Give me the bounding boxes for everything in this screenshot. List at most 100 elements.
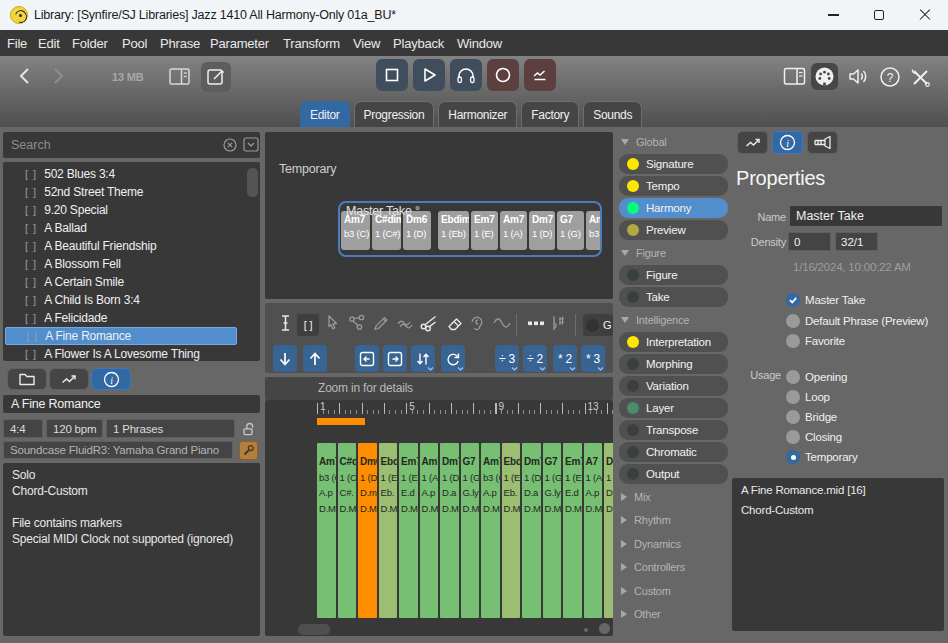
checkbox-favorite[interactable]: Favorite bbox=[786, 334, 845, 348]
param-layer[interactable]: Layer bbox=[619, 398, 728, 418]
chord-column[interactable]: Dm71 (D)D.aD.M bbox=[440, 443, 459, 618]
radio-temporary[interactable]: Temporary bbox=[786, 450, 858, 464]
param-section-figure[interactable]: Figure bbox=[621, 246, 731, 259]
playback-range-bar[interactable] bbox=[317, 418, 365, 425]
checkbox-master-take[interactable]: Master Take bbox=[786, 293, 865, 307]
multiply-3-button[interactable]: * 3 bbox=[581, 345, 605, 372]
chord-pill[interactable]: Am7b3 (C) bbox=[586, 211, 602, 250]
nav-back-button[interactable] bbox=[14, 65, 36, 87]
chord-column[interactable]: Em71 (E)E.dD.M bbox=[399, 443, 418, 618]
chord-column-current[interactable]: Dm61 (D)D.mD.M bbox=[358, 443, 377, 618]
zoom-dot-small[interactable] bbox=[584, 628, 588, 632]
multiply-2-button[interactable]: * 2 bbox=[553, 345, 577, 372]
tools-icon[interactable] bbox=[908, 65, 933, 90]
search-filter-dropdown[interactable] bbox=[243, 137, 259, 152]
list-item[interactable]: [ ]A Felicidade bbox=[5, 309, 237, 327]
param-section-mix[interactable]: Mix bbox=[621, 490, 731, 503]
param-tempo[interactable]: Tempo bbox=[619, 176, 728, 196]
divide-3-button[interactable]: ÷ 3 bbox=[495, 345, 519, 372]
audition-button[interactable] bbox=[450, 59, 482, 91]
chord-column[interactable]: Am7b3 (C)A.pD.M bbox=[317, 443, 336, 618]
param-morphing[interactable]: Morphing bbox=[619, 354, 728, 374]
list-item[interactable]: [ ]9.20 Special bbox=[5, 201, 237, 219]
radio-bridge[interactable]: Bridge bbox=[786, 410, 837, 424]
param-harmony[interactable]: Harmony bbox=[619, 198, 728, 218]
shift-right-button[interactable] bbox=[383, 345, 407, 372]
edit-mode-button[interactable] bbox=[201, 62, 231, 92]
param-section-rhythm[interactable]: Rhythm bbox=[621, 514, 731, 527]
play-button[interactable] bbox=[413, 59, 445, 91]
sound-field[interactable]: Soundcase FluidR3: Yamaha Grand Piano bbox=[3, 441, 233, 459]
stop-button[interactable] bbox=[376, 59, 408, 91]
search-input[interactable] bbox=[11, 136, 211, 154]
checkbox-default-phrase-preview-[interactable]: Default Phrase (Preview) bbox=[786, 314, 928, 328]
rotate-button[interactable] bbox=[441, 345, 465, 372]
radio-opening[interactable]: Opening bbox=[786, 370, 847, 384]
maximize-button[interactable] bbox=[856, 0, 902, 30]
panel-layout-icon[interactable] bbox=[783, 66, 807, 87]
pencil-tool-icon[interactable] bbox=[371, 312, 391, 334]
master-take-block[interactable]: Master Take ° Am7b3 (C)C#dim1 (C#)Dm61 (… bbox=[338, 201, 602, 257]
grid-toggle-button[interactable]: G bbox=[583, 314, 613, 336]
list-item[interactable]: [ ]A Blossom Fell bbox=[5, 255, 237, 273]
chord-column[interactable]: Ebdim1 (Eb)Eb.D.M bbox=[379, 443, 398, 618]
list-item[interactable]: [ ]A Ballad bbox=[5, 219, 237, 237]
param-section-dynamics[interactable]: Dynamics bbox=[621, 537, 731, 550]
param-signature[interactable]: Signature bbox=[619, 154, 728, 174]
param-section-global[interactable]: Global bbox=[621, 135, 731, 148]
nav-forward-button[interactable] bbox=[47, 65, 69, 87]
more-options-icon[interactable] bbox=[525, 312, 547, 334]
tab-progression[interactable]: Progression bbox=[354, 101, 435, 127]
midi-settings-button[interactable] bbox=[811, 63, 838, 90]
minimize-button[interactable] bbox=[810, 0, 856, 30]
param-chromatic[interactable]: Chromatic bbox=[619, 442, 728, 462]
audio-output-icon[interactable] bbox=[846, 64, 871, 89]
tab-prop-info[interactable]: i bbox=[772, 131, 803, 154]
radio-loop[interactable]: Loop bbox=[786, 390, 830, 404]
record-button[interactable] bbox=[487, 59, 519, 91]
chord-pill[interactable]: G71 (G) bbox=[557, 211, 584, 250]
chord-column[interactable]: Dm71 (D)D.aD.M bbox=[522, 443, 541, 618]
list-item-selected[interactable]: [ ]A Fine Romance bbox=[5, 327, 237, 345]
tempo-field[interactable]: 120 bpm bbox=[46, 419, 103, 438]
chord-column[interactable]: Em71 (E)E.dD.M bbox=[563, 443, 582, 618]
library-scrollbar-thumb[interactable] bbox=[247, 168, 258, 197]
search-clear-icon[interactable] bbox=[223, 138, 237, 152]
chord-column[interactable]: Ebdim1 (Eb)Eb.D.M bbox=[502, 443, 521, 618]
phrases-field[interactable]: 1 Phrases bbox=[106, 419, 235, 438]
menu-view[interactable]: View bbox=[353, 36, 380, 51]
menu-transform[interactable]: Transform bbox=[283, 36, 340, 51]
param-section-custom[interactable]: Custom bbox=[621, 584, 731, 597]
chord-pill[interactable]: Ebdim1 (Eb) bbox=[438, 211, 469, 250]
tab-folders[interactable] bbox=[7, 368, 47, 390]
tab-chart[interactable] bbox=[49, 368, 89, 390]
meter-field[interactable]: 4:4 bbox=[3, 419, 43, 438]
tab-editor[interactable]: Editor bbox=[300, 101, 350, 127]
listen-tool-icon[interactable] bbox=[468, 312, 488, 334]
menu-parameter[interactable]: Parameter bbox=[210, 36, 269, 51]
param-section-intelligence[interactable]: Intelligence bbox=[621, 313, 731, 326]
monitor-button[interactable] bbox=[524, 59, 556, 91]
share-tool-icon[interactable] bbox=[347, 312, 367, 334]
close-button[interactable] bbox=[902, 0, 948, 30]
chord-pill[interactable]: Em71 (E) bbox=[471, 211, 498, 250]
param-output[interactable]: Output bbox=[619, 464, 728, 484]
tab-factory[interactable]: Factory bbox=[521, 101, 579, 127]
divide-2-button[interactable]: ÷ 2 bbox=[523, 345, 547, 372]
menu-playback[interactable]: Playback bbox=[393, 36, 444, 51]
param-transpose[interactable]: Transpose bbox=[619, 420, 728, 440]
sine-tool-icon[interactable] bbox=[491, 312, 513, 334]
tab-prop-instrument[interactable] bbox=[807, 131, 838, 154]
list-item[interactable]: [ ]52nd Street Theme bbox=[5, 183, 237, 201]
list-item[interactable]: [ ]A Beautiful Friendship bbox=[5, 237, 237, 255]
tab-sounds[interactable]: Sounds bbox=[583, 101, 642, 127]
menu-window[interactable]: Window bbox=[457, 36, 502, 51]
chord-column[interactable]: Am7b3 (C)A.pD.M bbox=[481, 443, 500, 618]
tab-info[interactable]: i bbox=[91, 368, 131, 390]
accidentals-icon[interactable] bbox=[549, 312, 567, 334]
insert-below-button[interactable] bbox=[273, 345, 297, 372]
take-name-input[interactable] bbox=[790, 206, 942, 226]
param-section-controllers[interactable]: Controllers bbox=[621, 561, 731, 574]
tab-harmonizer[interactable]: Harmonizer bbox=[438, 101, 517, 127]
insert-above-button[interactable] bbox=[303, 345, 327, 372]
